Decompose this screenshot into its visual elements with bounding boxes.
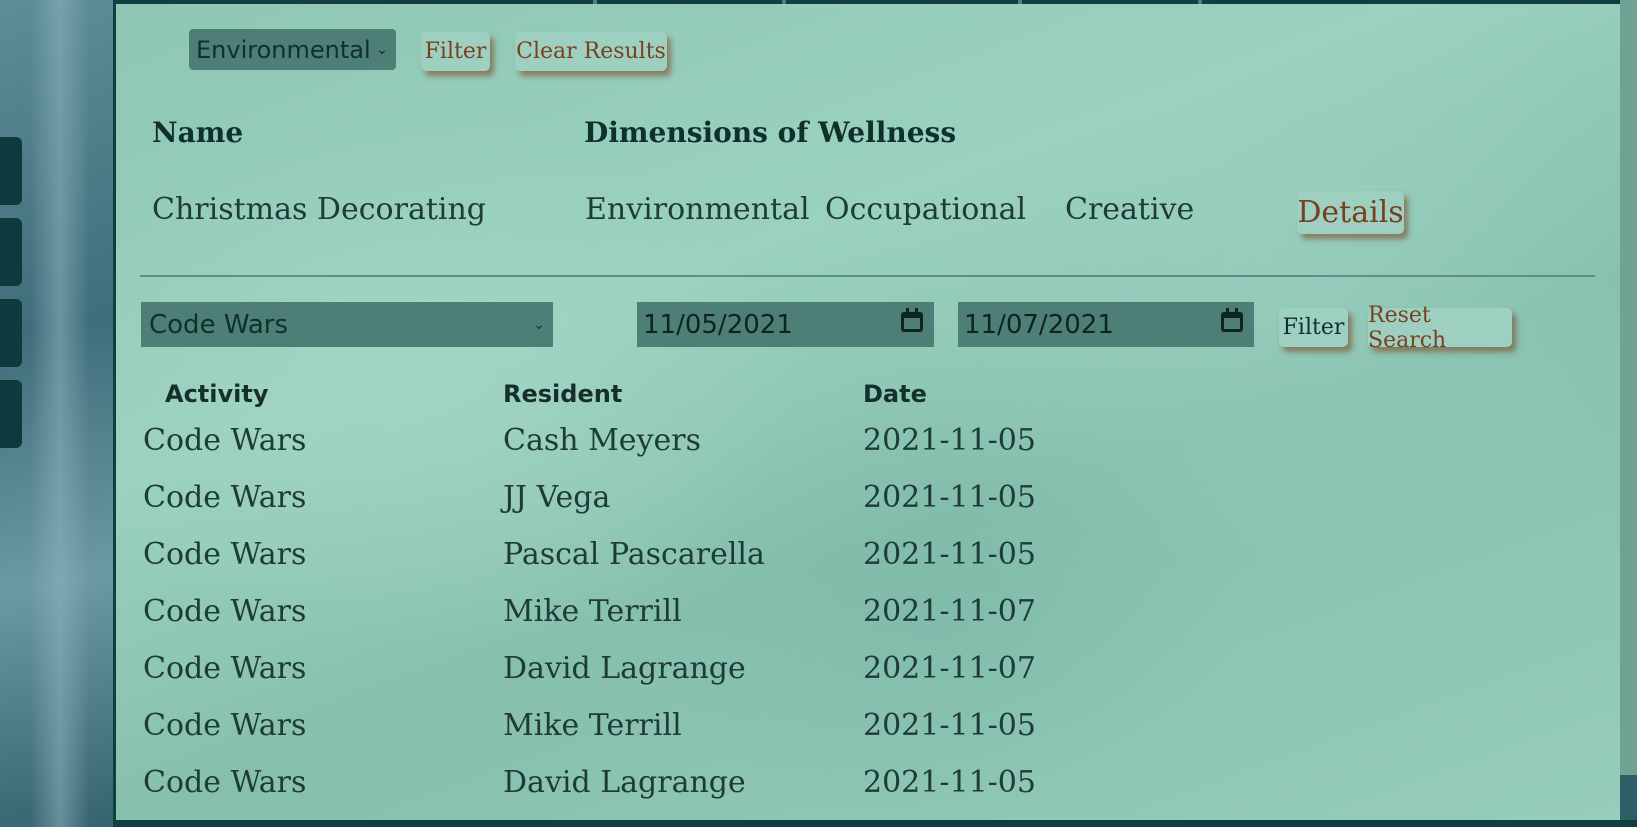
activity-cell: Code Wars [143,423,307,458]
details-button[interactable]: Details [1297,191,1404,234]
resident-cell: David Lagrange [503,651,746,686]
wellness-filter-button[interactable]: Filter [421,32,490,71]
side-nav-tab-4[interactable] [0,380,22,448]
reset-search-button[interactable]: Reset Search [1368,303,1512,353]
dimensions-column-header: Dimensions of Wellness [584,116,957,149]
activity-column-header: Activity [165,380,269,408]
start-date-input[interactable]: 11/05/2021 [637,302,934,347]
resident-cell: David Lagrange [503,765,746,800]
top-nav-tab-5[interactable] [1202,0,1620,4]
chevron-down-icon: ⌄ [533,316,545,333]
resident-cell: Pascal Pascarella [503,537,765,572]
top-nav-tab-4[interactable] [1022,0,1198,4]
wellness-dimension-select-value: Environmental [196,35,371,64]
wellness-dimension-select[interactable]: Environmental ⌄ [189,29,396,70]
dimension-cell: Occupational [825,192,1027,227]
date-cell: 2021-11-05 [863,537,1036,572]
clear-results-button[interactable]: Clear Results [515,32,667,71]
bottom-border [113,820,1637,827]
start-date-value: 11/05/2021 [643,309,793,340]
date-cell: 2021-11-05 [863,480,1036,515]
attendance-filter-button[interactable]: Filter [1279,308,1348,347]
activity-cell: Code Wars [143,480,307,515]
resident-column-header: Resident [503,380,623,408]
side-nav-tab-1[interactable] [0,137,22,205]
name-column-header: Name [152,116,244,149]
activity-cell: Code Wars [143,765,307,800]
activity-cell: Code Wars [143,594,307,629]
calendar-icon[interactable] [900,308,926,334]
dimension-cell: Environmental [585,192,810,227]
activity-cell: Code Wars [143,708,307,743]
activity-name-cell: Christmas Decorating [152,192,486,227]
resident-cell: JJ Vega [503,480,611,515]
side-nav-tab-2[interactable] [0,218,22,286]
activity-cell: Code Wars [143,651,307,686]
end-date-value: 11/07/2021 [964,309,1114,340]
top-nav-tab-1[interactable] [113,0,593,4]
activity-cell: Code Wars [143,537,307,572]
calendar-icon[interactable] [1220,308,1246,334]
section-divider [140,275,1595,277]
resident-cell: Cash Meyers [503,423,702,458]
activity-select[interactable]: Code Wars ⌄ [141,302,553,347]
date-cell: 2021-11-05 [863,708,1036,743]
dimension-cell: Creative [1065,192,1195,227]
chevron-down-icon: ⌄ [376,41,388,58]
end-date-input[interactable]: 11/07/2021 [958,302,1254,347]
side-nav-tab-3[interactable] [0,299,22,367]
scrollbar-thumb[interactable] [1620,0,1637,775]
top-nav-tab-3[interactable] [786,0,1018,4]
date-cell: 2021-11-05 [863,765,1036,800]
resident-cell: Mike Terrill [503,594,682,629]
date-cell: 2021-11-07 [863,594,1036,629]
top-nav-tab-2[interactable] [597,0,782,4]
date-column-header: Date [863,380,927,408]
date-cell: 2021-11-07 [863,651,1036,686]
resident-cell: Mike Terrill [503,708,682,743]
date-cell: 2021-11-05 [863,423,1036,458]
activity-select-value: Code Wars [149,309,289,340]
